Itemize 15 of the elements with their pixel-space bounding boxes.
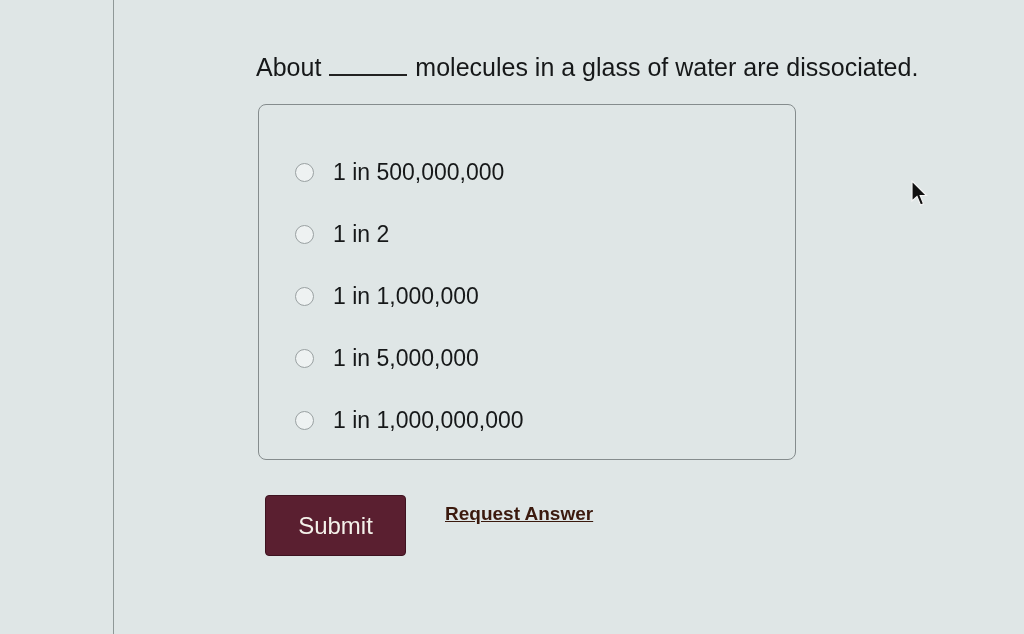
request-answer-link[interactable]: Request Answer [445,500,594,529]
radio-button[interactable] [295,286,314,306]
submit-button[interactable]: Submit [265,495,406,556]
option-label[interactable]: 1 in 1,000,000,000 [333,406,524,434]
option-label[interactable]: 1 in 5,000,000 [333,344,479,372]
radio-button[interactable] [295,162,314,182]
question-text: About [256,52,322,83]
radio-button[interactable] [295,410,314,430]
option-label[interactable]: 1 in 2 [333,220,390,248]
radio-button[interactable] [295,224,314,244]
question-text: molecules in a glass of water are dissociated. [415,52,919,83]
option-label[interactable]: 1 in 1,000,000 [333,282,479,310]
pointer-icon [911,180,928,207]
radio-button[interactable] [295,348,314,368]
option-label[interactable]: 1 in 500,000,000 [333,158,505,186]
